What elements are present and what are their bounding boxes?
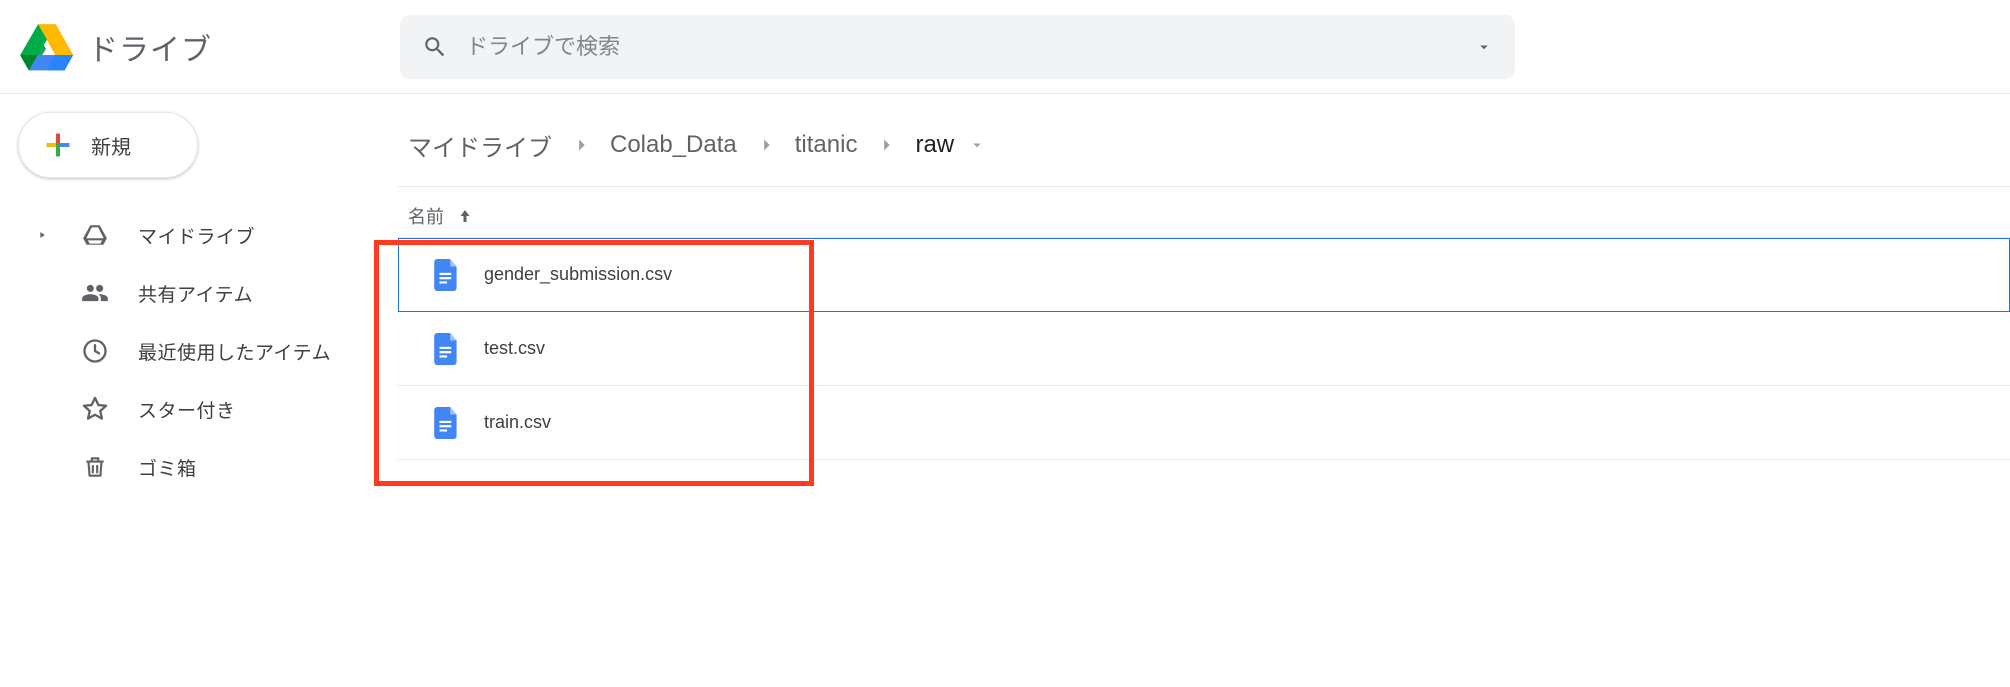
file-name: train.csv — [484, 412, 551, 433]
sidebar-item-starred[interactable]: スター付き — [18, 380, 380, 438]
breadcrumb-item[interactable]: Colab_Data — [610, 131, 737, 159]
file-row[interactable]: test.csv — [398, 312, 2010, 386]
drive-logo-icon — [20, 23, 74, 71]
sidebar-item-trash[interactable]: ゴミ箱 — [18, 438, 380, 496]
trash-icon — [80, 452, 110, 482]
sidebar-item-label: マイドライブ — [138, 222, 380, 249]
breadcrumb-item-current[interactable]: raw — [915, 131, 954, 159]
sidebar-item-label: ゴミ箱 — [138, 454, 380, 481]
search-icon — [422, 34, 448, 60]
search-options-dropdown-icon[interactable] — [1475, 38, 1493, 56]
breadcrumb-item[interactable]: titanic — [795, 131, 858, 159]
chevron-right-icon — [570, 134, 592, 156]
file-icon — [434, 333, 460, 365]
breadcrumb: マイドライブ Colab_Data titanic raw — [398, 122, 2010, 168]
plus-icon — [41, 128, 75, 162]
file-icon — [434, 407, 460, 439]
sidebar-item-label: スター付き — [138, 396, 380, 423]
new-button[interactable]: 新規 — [18, 112, 198, 178]
breadcrumb-item[interactable]: マイドライブ — [408, 128, 552, 163]
file-row[interactable]: gender_submission.csv — [398, 238, 2010, 312]
sidebar-item-my-drive[interactable]: マイドライブ — [18, 206, 380, 264]
header: ドライブ — [0, 0, 2010, 94]
brand-name: ドライブ — [88, 25, 212, 69]
column-header-row: 名前 — [398, 187, 2010, 237]
chevron-right-icon — [755, 134, 777, 156]
file-icon — [434, 259, 460, 291]
sidebar: 新規 マイドライブ — [0, 94, 380, 687]
main: 新規 マイドライブ — [0, 94, 2010, 687]
breadcrumb-dropdown-icon[interactable] — [968, 136, 986, 154]
search-input[interactable] — [466, 34, 1475, 60]
new-button-label: 新規 — [91, 131, 131, 160]
star-icon — [80, 394, 110, 424]
search-bar[interactable] — [400, 15, 1515, 79]
file-row[interactable]: train.csv — [398, 386, 2010, 460]
sidebar-item-shared[interactable]: 共有アイテム — [18, 264, 380, 322]
sort-ascending-icon[interactable] — [456, 207, 474, 225]
sidebar-item-recent[interactable]: 最近使用したアイテム — [18, 322, 380, 380]
expand-caret-icon[interactable] — [32, 229, 52, 241]
file-name: test.csv — [484, 338, 545, 359]
sidebar-item-label: 最近使用したアイテム — [138, 338, 380, 365]
file-list: gender_submission.csv test.csv — [398, 237, 2010, 460]
sidebar-nav: マイドライブ 共有アイテム 最近使 — [18, 206, 380, 496]
chevron-right-icon — [875, 134, 897, 156]
file-name: gender_submission.csv — [484, 264, 672, 285]
content: マイドライブ Colab_Data titanic raw 名前 — [380, 94, 2010, 687]
column-header-name[interactable]: 名前 — [408, 203, 444, 229]
sidebar-item-label: 共有アイテム — [138, 280, 380, 307]
clock-icon — [80, 336, 110, 366]
people-icon — [80, 278, 110, 308]
brand[interactable]: ドライブ — [20, 23, 390, 71]
drive-icon — [80, 220, 110, 250]
